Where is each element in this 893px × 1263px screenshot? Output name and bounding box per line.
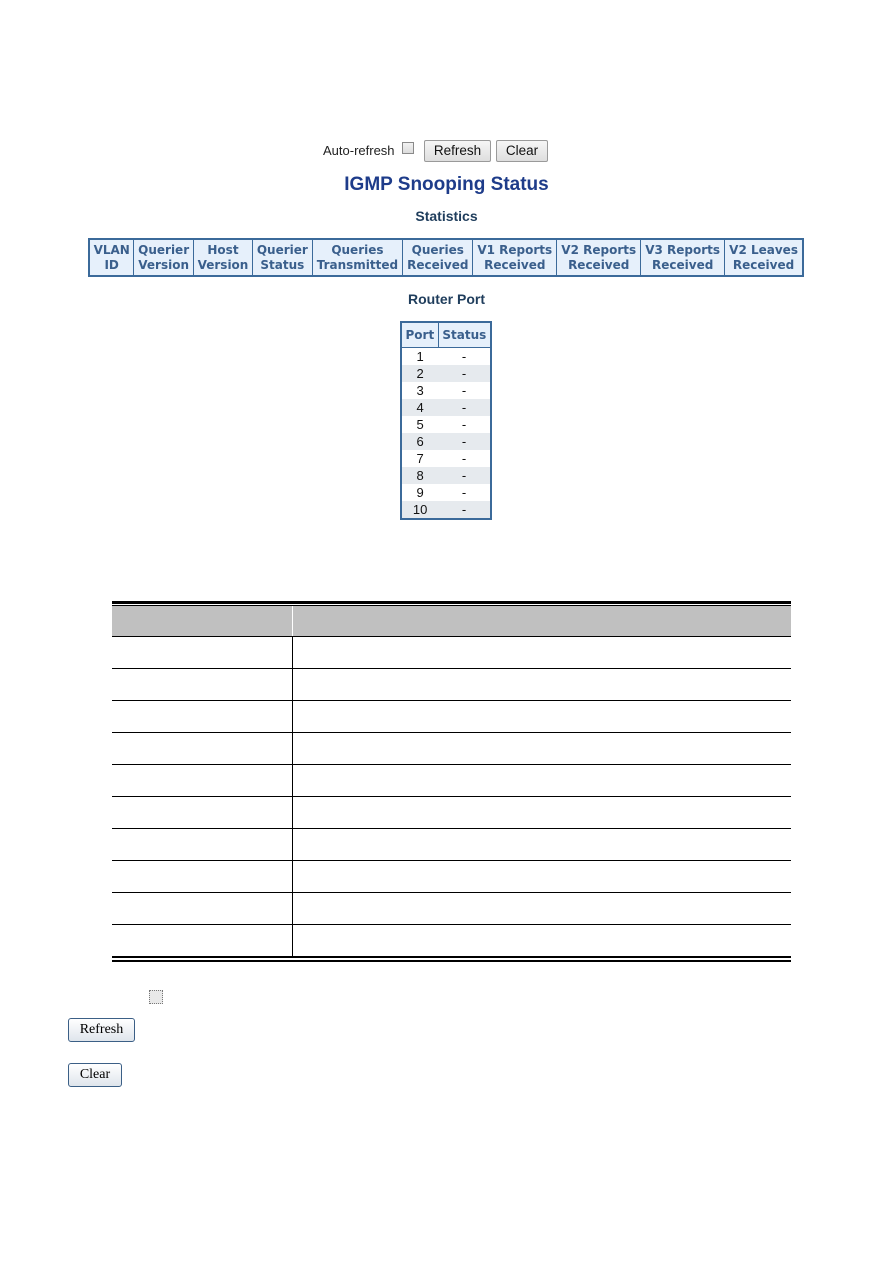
table-row: 3- <box>401 382 491 399</box>
object-cell <box>112 797 293 828</box>
legend-clear-button[interactable]: Clear <box>68 1063 122 1087</box>
refresh-bar: Auto-refresh Refresh Clear <box>0 139 893 163</box>
status-cell: - <box>438 382 491 399</box>
table-bottom-rule-thin <box>112 957 791 958</box>
table-row <box>112 669 791 701</box>
router-port-header-row: Port Status <box>400 321 492 348</box>
description-header-row <box>112 606 791 637</box>
router-port-heading: Router Port <box>408 291 485 307</box>
table-row <box>112 637 791 669</box>
description-cell <box>293 637 791 668</box>
statistics-table: VLAN ID Querier Version Host Version Querie… <box>88 238 804 277</box>
col-vlan-id: VLAN ID <box>88 238 135 277</box>
port-cell: 8 <box>401 467 439 484</box>
legend-refresh-button[interactable]: Refresh <box>68 1018 135 1042</box>
status-cell: - <box>438 399 491 416</box>
table-row <box>112 893 791 925</box>
port-cell: 6 <box>401 433 439 450</box>
auto-refresh-label: Auto-refresh <box>323 143 395 158</box>
port-cell: 3 <box>401 382 439 399</box>
table-row: 7- <box>401 450 491 467</box>
col-queries-received: Queries Received <box>402 238 474 277</box>
port-cell: 9 <box>401 484 439 501</box>
status-cell: - <box>438 416 491 433</box>
auto-refresh-checkbox[interactable] <box>402 142 414 154</box>
description-cell <box>293 669 791 700</box>
status-cell: - <box>438 484 491 501</box>
object-cell <box>112 701 293 732</box>
table-row: 9- <box>401 484 491 501</box>
col-v2-leaves-received: V2 Leaves Received <box>724 238 804 277</box>
table-row <box>112 797 791 829</box>
table-row: 10- <box>401 501 491 519</box>
table-row: 5- <box>401 416 491 433</box>
table-row <box>112 701 791 733</box>
table-row <box>112 829 791 861</box>
status-cell: - <box>438 501 491 519</box>
clear-button[interactable]: Clear <box>496 140 548 162</box>
col-queries-transmitted: Queries Transmitted <box>311 238 404 277</box>
table-bottom-rule <box>112 960 791 962</box>
status-cell: - <box>438 467 491 484</box>
header-cell-description <box>293 606 791 636</box>
object-cell <box>112 861 293 892</box>
description-cell <box>293 797 791 828</box>
table-row <box>112 861 791 893</box>
port-cell: 1 <box>401 347 439 365</box>
legend-auto-refresh-checkbox[interactable] <box>149 990 163 1004</box>
table-row: 1- <box>401 347 491 365</box>
table-row <box>112 765 791 797</box>
table-row <box>112 733 791 765</box>
description-cell <box>293 893 791 924</box>
table-row: 4- <box>401 399 491 416</box>
object-cell <box>112 893 293 924</box>
port-cell: 7 <box>401 450 439 467</box>
col-v1-reports-received: V1 Reports Received <box>472 238 558 277</box>
description-cell <box>293 861 791 892</box>
object-cell <box>112 669 293 700</box>
status-cell: - <box>438 347 491 365</box>
object-cell <box>112 637 293 668</box>
port-cell: 4 <box>401 399 439 416</box>
status-cell: - <box>438 450 491 467</box>
table-row: 6- <box>401 433 491 450</box>
description-cell <box>293 701 791 732</box>
statistics-heading: Statistics <box>415 208 478 224</box>
col-v2-reports-received: V2 Reports Received <box>556 238 642 277</box>
port-cell: 10 <box>401 501 439 519</box>
port-cell: 2 <box>401 365 439 382</box>
statistics-header-row: VLAN ID Querier Version Host Version Querie… <box>88 238 804 277</box>
col-port: Port <box>400 321 439 348</box>
object-cell <box>112 829 293 860</box>
page-title: IGMP Snooping Status <box>344 174 549 195</box>
col-querier-version: Querier Version <box>133 238 194 277</box>
description-cell <box>293 733 791 764</box>
table-row <box>112 925 791 957</box>
object-cell <box>112 765 293 796</box>
table-row: 8- <box>401 467 491 484</box>
description-cell <box>293 829 791 860</box>
description-cell <box>293 925 791 956</box>
table-row: 2- <box>401 365 491 382</box>
col-status: Status <box>437 321 492 348</box>
description-cell <box>293 765 791 796</box>
col-host-version: Host Version <box>192 238 254 277</box>
col-querier-status: Querier Status <box>252 238 313 277</box>
router-port-table: Port Status 1- 2- 3- 4- 5- 6- 7- 8- 9- 1… <box>400 321 492 520</box>
header-cell-object <box>112 606 293 636</box>
description-table <box>112 601 791 962</box>
object-cell <box>112 925 293 956</box>
status-cell: - <box>438 433 491 450</box>
col-v3-reports-received: V3 Reports Received <box>640 238 726 277</box>
status-cell: - <box>438 365 491 382</box>
object-cell <box>112 733 293 764</box>
refresh-button[interactable]: Refresh <box>424 140 491 162</box>
port-cell: 5 <box>401 416 439 433</box>
